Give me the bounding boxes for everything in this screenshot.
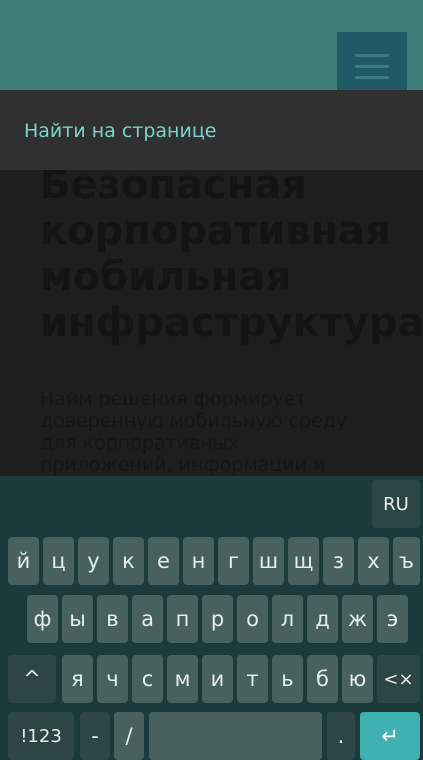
key-letter[interactable]: р	[202, 595, 233, 643]
key-letter[interactable]: г	[218, 537, 249, 585]
key-letter[interactable]: х	[358, 537, 389, 585]
key-letter[interactable]: а	[132, 595, 163, 643]
key-letter[interactable]: ф	[27, 595, 58, 643]
key-dash[interactable]: -	[80, 712, 110, 760]
find-in-page-input[interactable]	[24, 120, 404, 142]
menu-line	[355, 75, 389, 79]
key-letter[interactable]: ъ	[393, 537, 420, 585]
shift-key[interactable]: ^	[8, 655, 56, 703]
key-letter[interactable]: у	[78, 537, 109, 585]
key-letter[interactable]: й	[8, 537, 39, 585]
on-screen-keyboard: RU й ц у к е н г ш щ з х ъ ф ы в а п р о…	[0, 476, 423, 760]
key-letter[interactable]: п	[167, 595, 198, 643]
key-letter[interactable]: э	[377, 595, 408, 643]
space-bar[interactable]	[149, 712, 322, 760]
key-letter[interactable]: ш	[253, 537, 284, 585]
key-letter[interactable]: я	[62, 655, 93, 703]
key-letter[interactable]: ц	[43, 537, 74, 585]
key-letter[interactable]: н	[183, 537, 214, 585]
key-letter[interactable]: б	[307, 655, 338, 703]
backspace-icon[interactable]: <×	[377, 655, 420, 703]
key-letter[interactable]: к	[113, 537, 144, 585]
hero-subtitle: Найм решения формирует доверенную мобиль…	[40, 388, 348, 476]
key-letter[interactable]: с	[132, 655, 163, 703]
symbols-key[interactable]: !123	[8, 712, 74, 760]
key-slash[interactable]: /	[114, 712, 144, 760]
key-letter[interactable]: д	[307, 595, 338, 643]
key-letter[interactable]: м	[167, 655, 198, 703]
key-letter[interactable]: и	[202, 655, 233, 703]
site-header	[0, 0, 423, 100]
key-letter[interactable]: в	[97, 595, 128, 643]
hero-title: Безопасная корпоративная мобильная инфра…	[40, 170, 423, 346]
key-period[interactable]: .	[327, 712, 355, 760]
key-letter[interactable]: т	[237, 655, 268, 703]
key-letter[interactable]: ч	[97, 655, 128, 703]
key-letter[interactable]: е	[148, 537, 179, 585]
key-letter[interactable]: ю	[342, 655, 373, 703]
key-letter[interactable]: ы	[62, 595, 93, 643]
key-letter[interactable]: щ	[288, 537, 319, 585]
key-letter[interactable]: о	[237, 595, 268, 643]
enter-icon[interactable]: ↵	[360, 712, 420, 760]
key-letter[interactable]: ь	[272, 655, 303, 703]
key-letter[interactable]: л	[272, 595, 303, 643]
language-switch-key[interactable]: RU	[372, 480, 420, 528]
menu-line	[355, 53, 389, 57]
key-letter[interactable]: з	[323, 537, 354, 585]
page-content: Безопасная корпоративная мобильная инфра…	[0, 170, 423, 476]
menu-line	[355, 64, 389, 68]
key-letter[interactable]: ж	[342, 595, 373, 643]
find-in-page-bar	[0, 90, 423, 170]
